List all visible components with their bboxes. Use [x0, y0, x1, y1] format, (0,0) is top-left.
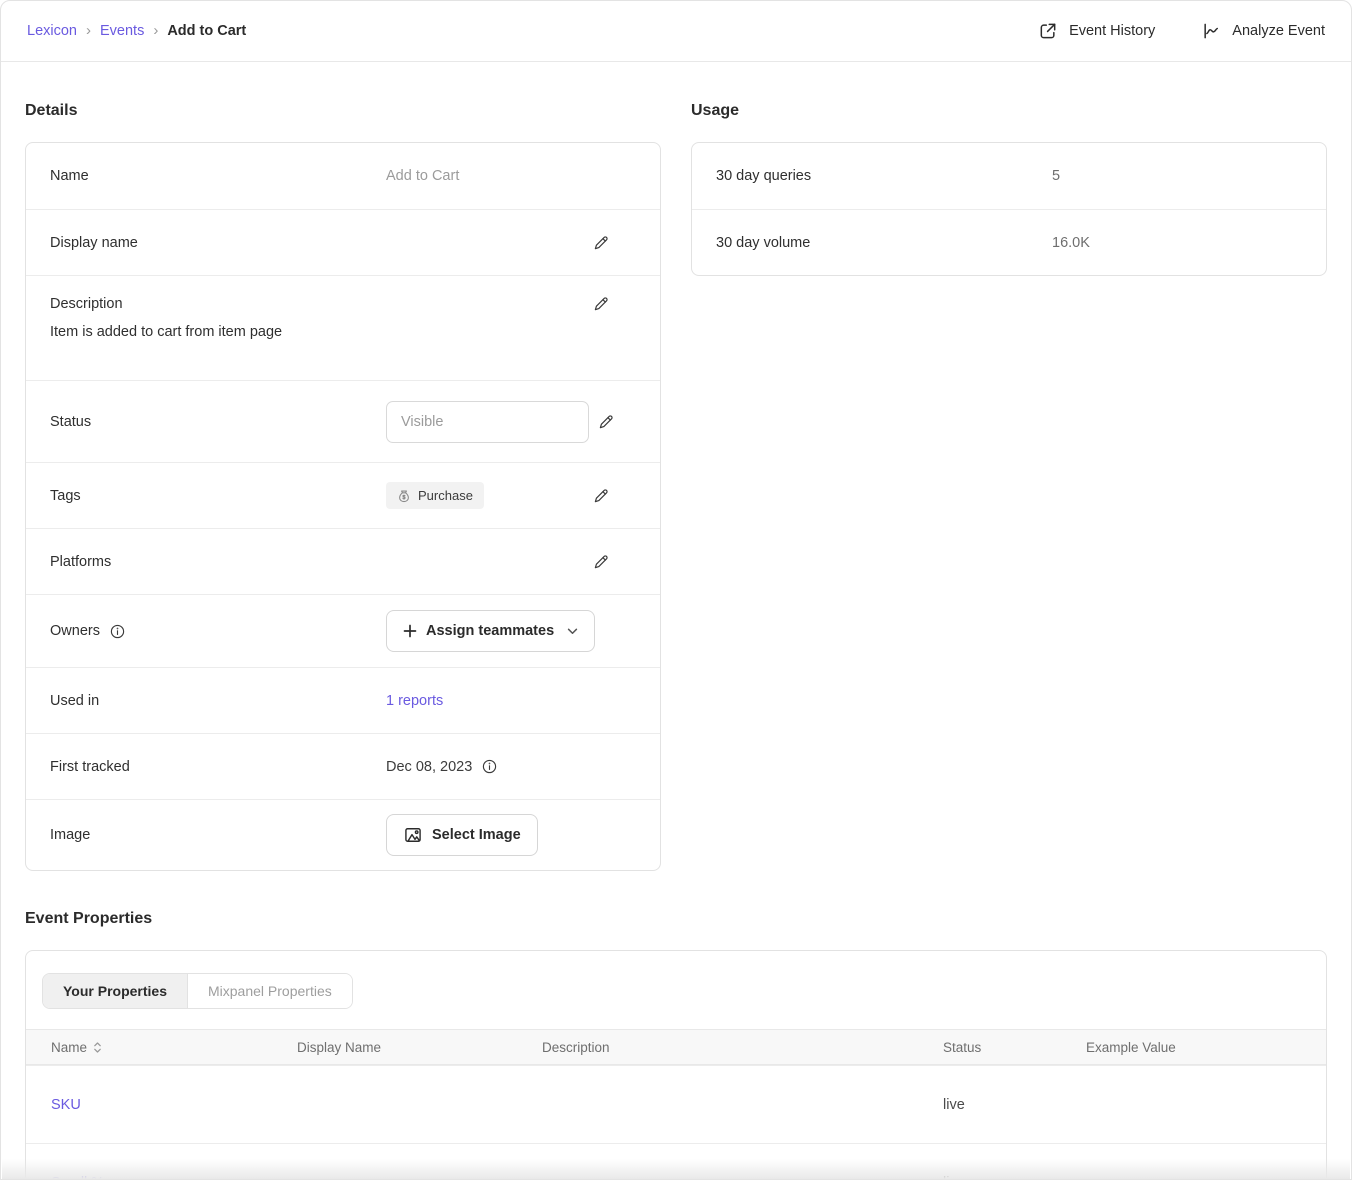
- property-link-scroll[interactable]: Scroll %: [51, 1175, 104, 1180]
- top-bar: Lexicon › Events › Add to Cart Event His…: [1, 1, 1351, 62]
- table-row: Scroll % live: [26, 1143, 1326, 1180]
- edit-pencil-icon[interactable]: [592, 553, 610, 571]
- usage-title: Usage: [691, 102, 1327, 120]
- property-status: live: [918, 1175, 1061, 1180]
- used-in-label: Used in: [50, 693, 386, 709]
- usage-section: Usage 30 day queries 5 30 day volume 16.…: [691, 102, 1327, 871]
- svg-text:$: $: [403, 494, 406, 500]
- status-label: Status: [50, 414, 386, 430]
- money-bag-icon: $: [397, 489, 411, 503]
- event-properties-section: Event Properties Your Properties Mixpane…: [25, 910, 1327, 1180]
- detail-row-first-tracked: First tracked Dec 08, 2023: [26, 733, 660, 799]
- lexicon-event-detail-page: Lexicon › Events › Add to Cart Event His…: [0, 0, 1352, 1180]
- image-label: Image: [50, 827, 386, 843]
- breadcrumb-separator-icon: ›: [86, 23, 91, 38]
- event-history-button[interactable]: Event History: [1038, 21, 1155, 41]
- properties-table-header: Name Display Name Description Status Exa…: [26, 1029, 1326, 1065]
- assign-teammates-label: Assign teammates: [426, 623, 554, 639]
- usage-card: 30 day queries 5 30 day volume 16.0K: [691, 142, 1327, 276]
- column-header-display-name: Display Name: [272, 1040, 517, 1055]
- top-actions: Event History Analyze Event: [1038, 21, 1325, 41]
- used-in-reports-link[interactable]: 1 reports: [386, 693, 443, 709]
- column-header-description: Description: [517, 1040, 918, 1055]
- event-history-label: Event History: [1069, 23, 1155, 39]
- name-label: Name: [50, 168, 386, 184]
- info-icon[interactable]: [481, 758, 498, 775]
- chevron-down-icon: [567, 628, 578, 635]
- external-link-icon: [1038, 21, 1058, 41]
- sort-icon: [93, 1041, 102, 1054]
- first-tracked-label: First tracked: [50, 759, 386, 775]
- info-icon[interactable]: [109, 623, 126, 640]
- column-header-status: Status: [918, 1040, 1061, 1055]
- detail-row-name: Name Add to Cart: [26, 143, 660, 209]
- status-select[interactable]: Visible: [386, 401, 589, 443]
- first-tracked-value: Dec 08, 2023: [386, 759, 472, 775]
- analyze-event-label: Analyze Event: [1232, 23, 1325, 39]
- tag-chip-purchase[interactable]: $ Purchase: [386, 482, 484, 509]
- edit-pencil-icon[interactable]: [592, 295, 610, 313]
- edit-pencil-icon[interactable]: [597, 413, 615, 431]
- breadcrumb-lexicon-link[interactable]: Lexicon: [27, 23, 77, 39]
- description-value: Item is added to cart from item page: [50, 324, 636, 340]
- detail-row-status: Status Visible: [26, 380, 660, 462]
- detail-row-tags: Tags $ Purchase: [26, 462, 660, 528]
- details-card: Name Add to Cart Display name: [25, 142, 661, 871]
- tag-label: Purchase: [418, 488, 473, 503]
- breadcrumb-current-event: Add to Cart: [167, 23, 246, 39]
- plus-icon: [403, 624, 417, 638]
- property-link-sku[interactable]: SKU: [51, 1097, 81, 1113]
- detail-row-display-name: Display name: [26, 209, 660, 275]
- name-value: Add to Cart: [386, 168, 636, 184]
- table-row: SKU live: [26, 1065, 1326, 1143]
- usage-row-queries: 30 day queries 5: [692, 143, 1326, 209]
- tags-label: Tags: [50, 488, 386, 504]
- description-label: Description: [50, 296, 386, 312]
- details-title: Details: [25, 102, 661, 120]
- main-content: Details Name Add to Cart Display name: [1, 62, 1351, 1180]
- line-chart-icon: [1201, 21, 1221, 41]
- detail-row-used-in: Used in 1 reports: [26, 667, 660, 733]
- column-name-label: Name: [51, 1040, 87, 1055]
- breadcrumb-events-link[interactable]: Events: [100, 23, 144, 39]
- detail-row-owners: Owners: [26, 594, 660, 667]
- queries-label: 30 day queries: [716, 168, 1052, 184]
- column-header-name[interactable]: Name: [26, 1040, 272, 1055]
- select-image-label: Select Image: [432, 827, 521, 843]
- column-header-example-value: Example Value: [1061, 1040, 1326, 1055]
- queries-value: 5: [1052, 168, 1302, 184]
- breadcrumb: Lexicon › Events › Add to Cart: [27, 23, 246, 39]
- breadcrumb-separator-icon: ›: [153, 23, 158, 38]
- analyze-event-button[interactable]: Analyze Event: [1201, 21, 1325, 41]
- tab-your-properties[interactable]: Your Properties: [43, 974, 187, 1008]
- assign-teammates-button[interactable]: Assign teammates: [386, 610, 595, 652]
- property-status: live: [918, 1097, 1061, 1113]
- edit-pencil-icon[interactable]: [592, 234, 610, 252]
- owners-label: Owners: [50, 623, 100, 639]
- volume-value: 16.0K: [1052, 235, 1302, 251]
- tab-mixpanel-properties[interactable]: Mixpanel Properties: [187, 974, 352, 1008]
- event-properties-card: Your Properties Mixpanel Properties Name: [25, 950, 1327, 1180]
- usage-row-volume: 30 day volume 16.0K: [692, 209, 1326, 275]
- platforms-label: Platforms: [50, 554, 386, 570]
- display-name-label: Display name: [50, 235, 386, 251]
- image-icon: [403, 825, 423, 845]
- event-properties-title: Event Properties: [25, 910, 1327, 928]
- details-section: Details Name Add to Cart Display name: [25, 102, 661, 871]
- properties-tabs-bar: Your Properties Mixpanel Properties: [26, 951, 1326, 1029]
- detail-row-description: Description Item is added to cart from i…: [26, 275, 660, 380]
- detail-row-image: Image Select Image: [26, 799, 660, 870]
- volume-label: 30 day volume: [716, 235, 1052, 251]
- select-image-button[interactable]: Select Image: [386, 814, 538, 856]
- detail-row-platforms: Platforms: [26, 528, 660, 594]
- edit-pencil-icon[interactable]: [592, 487, 610, 505]
